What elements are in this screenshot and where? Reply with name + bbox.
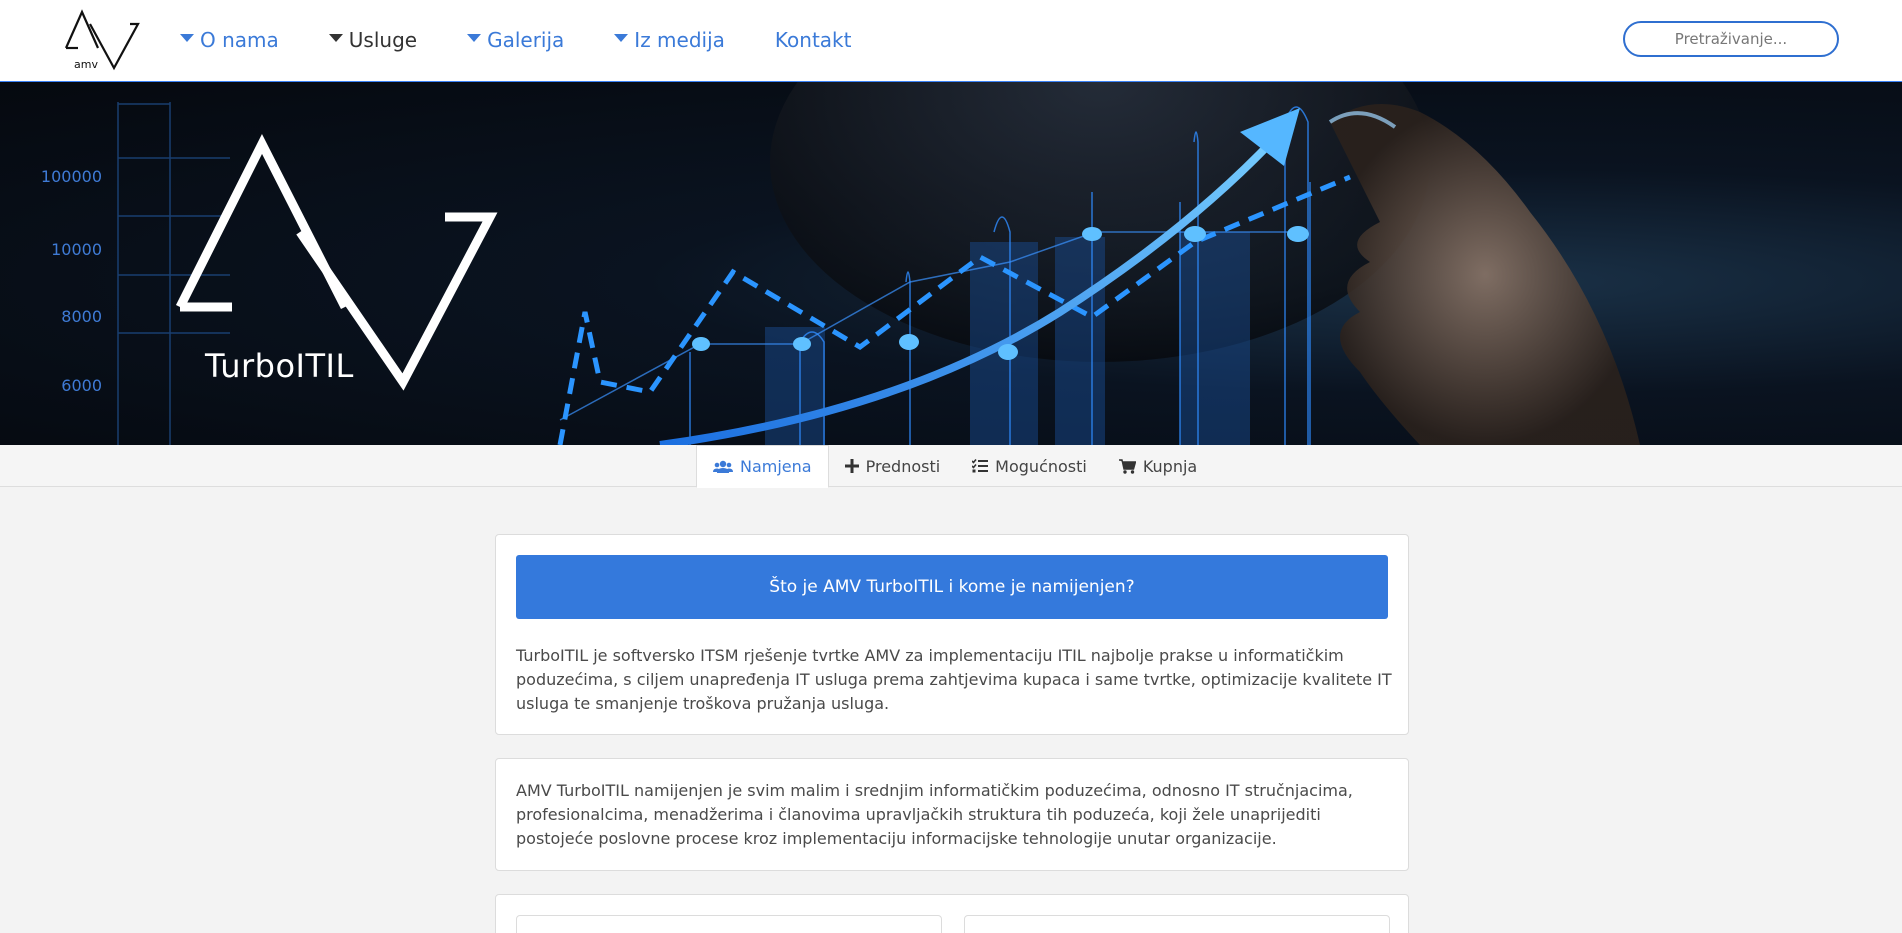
nav-item-label: Usluge [348, 28, 418, 52]
tabs-bar: Namjena Prednosti Mogućnosti Kupnja [0, 445, 1902, 488]
search-input[interactable] [1623, 21, 1839, 57]
nav-item-label: Iz medija [634, 28, 725, 52]
logo-graphic: amv [64, 9, 140, 71]
intro-paragraph: TurboITIL je softversko ITSM rješenje tv… [516, 646, 1392, 713]
feature-subcard [516, 915, 942, 933]
tab-kupnja[interactable]: Kupnja [1103, 445, 1213, 487]
tasks-icon [972, 459, 989, 473]
cart-icon [1118, 458, 1136, 474]
hero-title: TurboITIL [205, 347, 354, 385]
nav-item-label: O nama [200, 28, 279, 52]
main-nav: O nama Usluge Galerija Iz medija Kontakt [180, 0, 901, 80]
nav-item-usluge[interactable]: Usluge [328, 28, 418, 52]
logo-text: amv [74, 58, 98, 71]
nav-item-o-nama[interactable]: O nama [180, 28, 279, 52]
hero-axis-label: 10000 [51, 240, 102, 259]
audience-card: AMV TurboITIL namijenjen je svim malim i… [495, 758, 1409, 871]
tab-label: Kupnja [1142, 456, 1198, 476]
tab-prednosti[interactable]: Prednosti [829, 445, 957, 487]
feature-subcard [964, 915, 1390, 933]
caret-down-icon [467, 34, 482, 42]
intro-card: Što je AMV TurboITIL i kome je namijenje… [495, 534, 1409, 735]
tab-label: Mogućnosti [995, 456, 1087, 476]
hero-axis-label: 100000 [40, 167, 102, 186]
caret-down-icon [328, 34, 343, 42]
nav-item-kontakt[interactable]: Kontakt [775, 28, 852, 52]
plus-icon [844, 459, 859, 473]
hero-banner: 100000 10000 8000 6000 TurboITIL [0, 82, 1902, 445]
audience-paragraph: AMV TurboITIL namijenjen je svim malim i… [516, 781, 1353, 848]
nav-item-label: Kontakt [774, 28, 852, 52]
tab-namjena[interactable]: Namjena [696, 445, 829, 488]
top-navbar: amv O nama Usluge Galerija Iz medija Kon… [0, 0, 1902, 82]
nav-item-galerija[interactable]: Galerija [467, 28, 564, 52]
hero-graphic [117, 82, 1640, 445]
hero-axis-label: 6000 [61, 376, 102, 395]
amv-logo-icon[interactable]: amv [62, 8, 144, 72]
tab-label: Namjena [740, 457, 812, 476]
tab-mogucnosti[interactable]: Mogućnosti [956, 445, 1103, 487]
users-icon [713, 460, 733, 473]
nav-item-iz-medija[interactable]: Iz medija [614, 28, 725, 52]
hero-axis-label: 8000 [61, 307, 102, 326]
caret-down-icon [614, 34, 629, 42]
nav-item-label: Galerija [487, 28, 565, 52]
caret-down-icon [180, 34, 194, 42]
tab-list: Namjena Prednosti Mogućnosti Kupnja [696, 445, 1213, 488]
tab-label: Prednosti [865, 456, 941, 476]
section-heading: Što je AMV TurboITIL i kome je namijenje… [516, 555, 1388, 619]
features-card [495, 894, 1409, 933]
